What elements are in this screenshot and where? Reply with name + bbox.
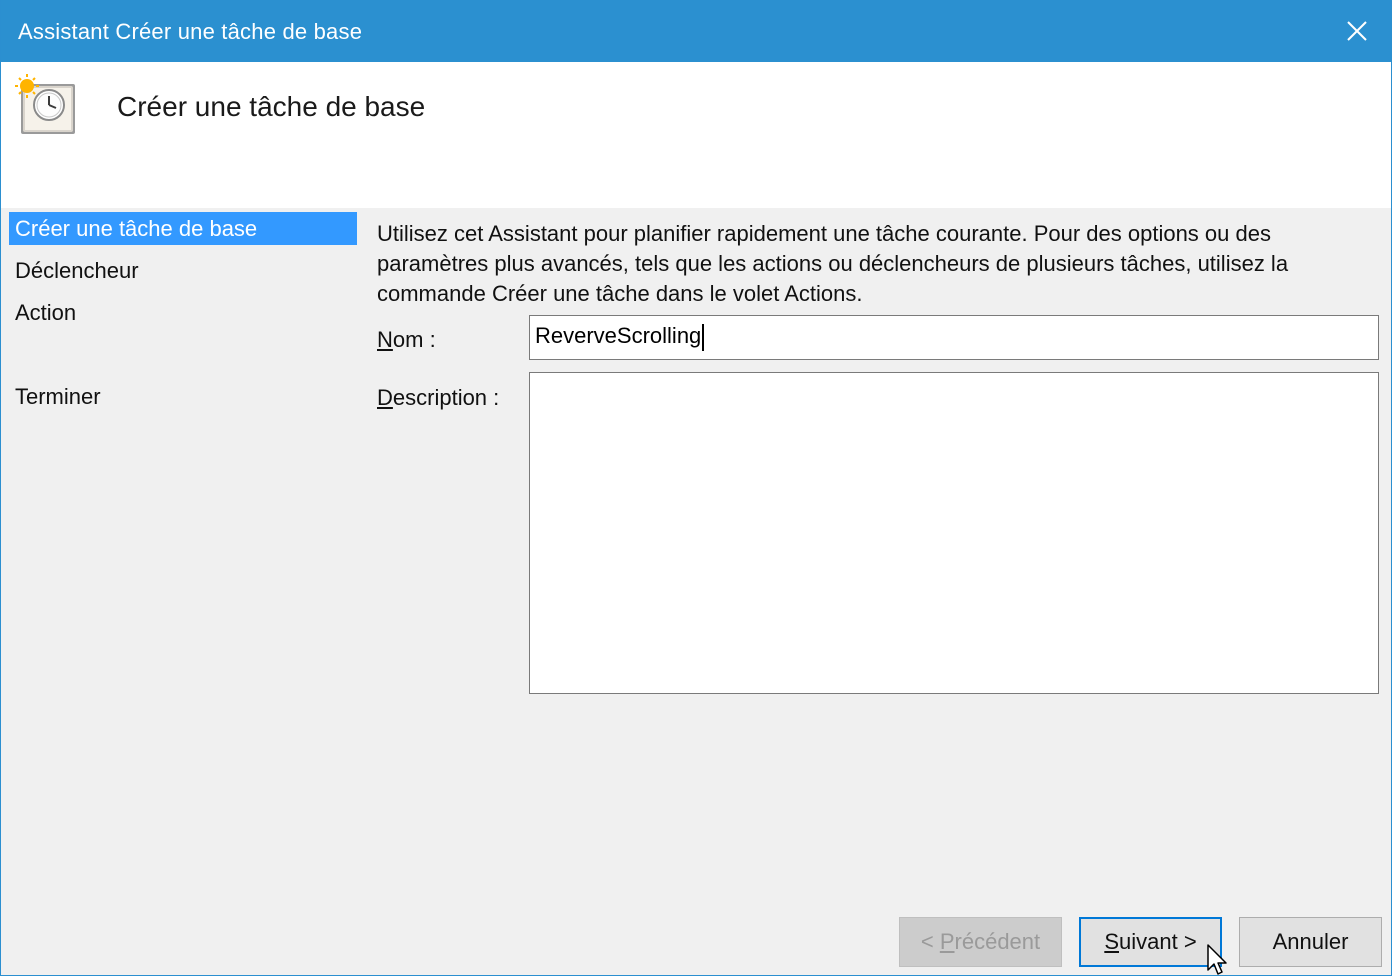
- wizard-header: Créer une tâche de base: [1, 62, 1391, 208]
- sidebar-item-terminer[interactable]: Terminer: [9, 380, 357, 413]
- next-button-mnemonic: S: [1104, 929, 1119, 954]
- sidebar-item-declencheur[interactable]: Déclencheur: [9, 254, 357, 287]
- next-button-label: uivant >: [1119, 929, 1197, 954]
- name-label-text: om :: [392, 327, 436, 352]
- title-bar[interactable]: Assistant Créer une tâche de base: [1, 0, 1391, 62]
- description-label-text: escription :: [392, 385, 500, 410]
- name-input-value: ReverveScrolling: [535, 323, 702, 348]
- wizard-window: Assistant Créer une tâche de base Créer …: [0, 0, 1392, 976]
- previous-button[interactable]: < Précédent: [899, 917, 1062, 967]
- page-title: Créer une tâche de base: [117, 91, 426, 122]
- mouse-pointer-icon: [1207, 944, 1227, 975]
- next-button[interactable]: Suivant >: [1079, 917, 1222, 967]
- description-label-mnemonic: D: [377, 385, 393, 410]
- window-title: Assistant Créer une tâche de base: [18, 19, 363, 44]
- description-textarea[interactable]: [529, 372, 1379, 694]
- name-input[interactable]: ReverveScrolling: [529, 315, 1379, 360]
- previous-button-prefix: <: [920, 929, 940, 954]
- name-label: Nom :: [377, 325, 436, 355]
- close-icon: [1347, 21, 1367, 41]
- sidebar-item-action[interactable]: Action: [9, 296, 357, 329]
- text-caret: [702, 323, 705, 351]
- name-label-mnemonic: N: [377, 327, 393, 352]
- previous-button-mnemonic: P: [939, 929, 955, 954]
- cancel-button[interactable]: Annuler: [1239, 917, 1382, 967]
- previous-button-label: récédent: [954, 929, 1041, 954]
- close-button[interactable]: [1323, 0, 1391, 62]
- description-label: Description :: [377, 383, 499, 413]
- intro-text: Utilisez cet Assistant pour planifier ra…: [377, 221, 1289, 306]
- task-scheduler-clock-icon: [15, 74, 75, 134]
- sidebar-item-creer-une-tache[interactable]: Créer une tâche de base: [9, 212, 357, 245]
